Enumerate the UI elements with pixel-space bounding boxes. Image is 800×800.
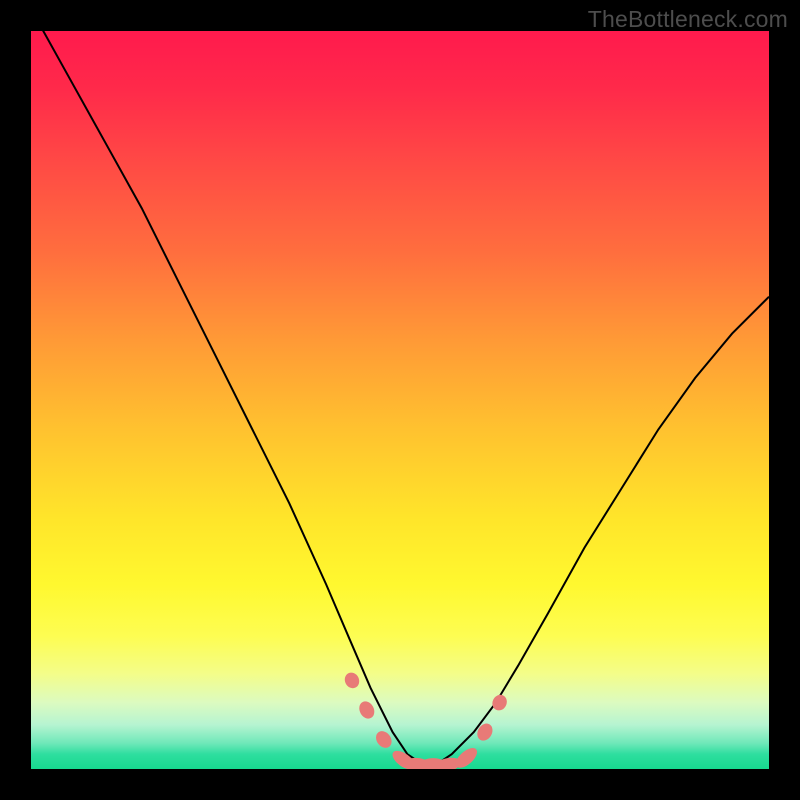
- curve-group: [31, 31, 769, 769]
- bead-marker: [356, 699, 377, 721]
- curve-svg: [31, 31, 769, 769]
- curve-left: [31, 31, 430, 769]
- plot-area: [31, 31, 769, 769]
- bead-marker: [474, 721, 495, 744]
- watermark-text: TheBottleneck.com: [588, 6, 788, 33]
- bead-marker: [342, 670, 362, 691]
- curve-right: [430, 297, 770, 769]
- bead-marker: [490, 692, 510, 713]
- chart-frame: TheBottleneck.com: [0, 0, 800, 800]
